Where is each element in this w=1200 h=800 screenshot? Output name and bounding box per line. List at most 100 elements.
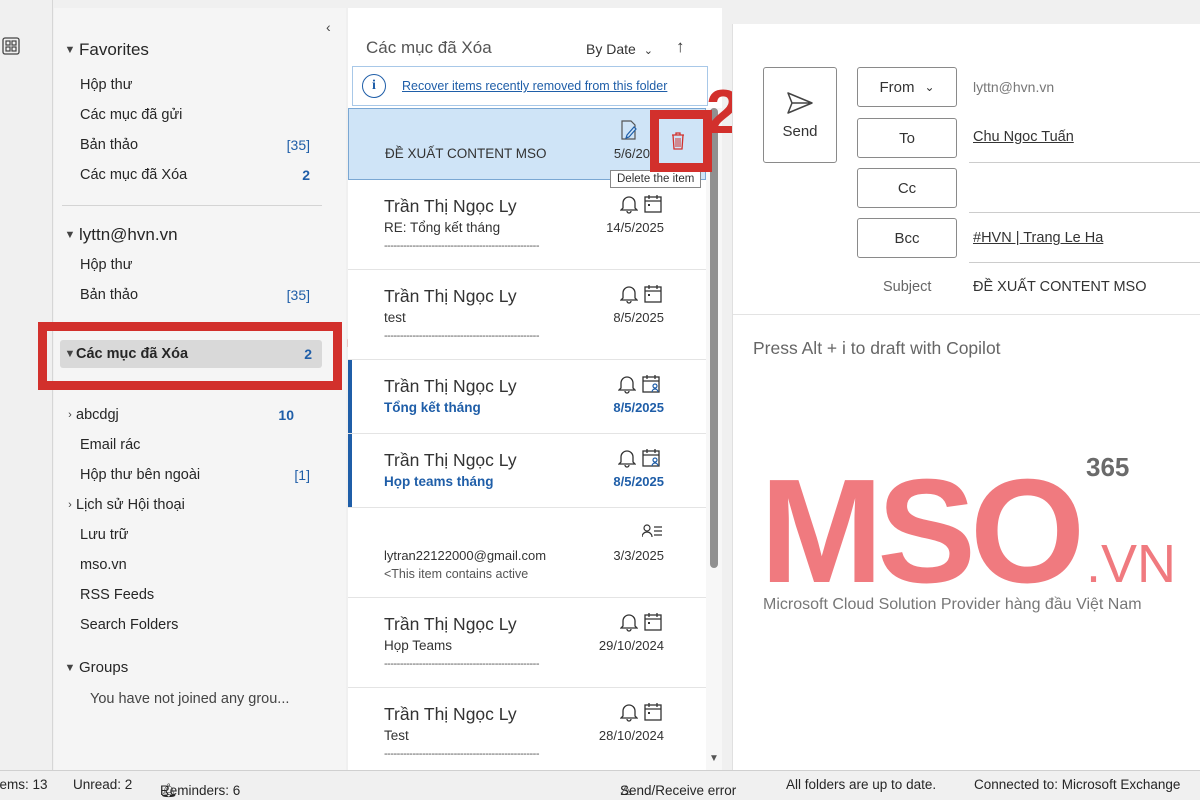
folder-label: Bản thảo <box>80 287 139 303</box>
bell-icon <box>620 196 638 214</box>
folder-label: Bản thảo <box>80 137 139 153</box>
subject-field[interactable]: ĐỀ XUẤT CONTENT MSO <box>973 279 1146 295</box>
message-preview: ----------------------------------------… <box>384 330 540 342</box>
favorite-drafts[interactable]: Bản thảo [35] <box>80 131 310 159</box>
folder-label: abcdgj <box>76 407 119 423</box>
folder-conversation-history[interactable]: › Lịch sử Hội thoại <box>64 491 294 519</box>
scroll-down-icon[interactable]: ▼ <box>709 753 719 764</box>
message-item[interactable]: lytran22122000@gmail.com <This item cont… <box>348 508 706 598</box>
message-date: 8/5/2025 <box>613 400 664 415</box>
delete-tooltip: Delete the item <box>610 170 702 188</box>
folder-count: 2 <box>302 167 310 183</box>
to-recipient[interactable]: Chu Ngoc Tuấn <box>973 129 1074 145</box>
groups-header[interactable]: ▼ Groups <box>64 659 129 676</box>
message-sender: Trần Thị Ngọc Ly <box>384 450 517 470</box>
folder-label: Các mục đã Xóa <box>80 167 188 183</box>
bcc-recipient[interactable]: #HVN | Trang Le Ha <box>973 230 1103 246</box>
header-separator <box>733 314 1200 315</box>
list-scrollbar[interactable]: ▼ <box>706 108 722 770</box>
folder-abcdgj[interactable]: › abcdgj 10 <box>64 401 294 429</box>
status-reminders-label: Reminders: 6 <box>160 783 241 798</box>
folder-outbox[interactable]: Hộp thư bên ngoài [1] <box>80 461 310 489</box>
message-item[interactable]: Trần Thị Ngọc Ly RE: Tổng kết tháng ----… <box>348 180 706 270</box>
from-button[interactable]: From ⌄ <box>857 67 957 107</box>
message-preview: <This item contains active <box>384 567 529 581</box>
field-underline <box>969 162 1200 163</box>
favorite-sent-items[interactable]: Các mục đã gửi <box>80 101 310 129</box>
sort-label: By Date <box>586 41 636 57</box>
folder-label: Các mục đã gửi <box>80 107 183 123</box>
status-unread: Unread: 2 <box>73 777 133 792</box>
logo-brand: MSO <box>760 450 1079 614</box>
chevron-down-icon: ▼ <box>64 44 76 56</box>
collapse-pane-icon[interactable]: ‹ <box>326 19 331 35</box>
bell-icon <box>618 376 636 394</box>
folder-inbox[interactable]: Hộp thư <box>80 251 310 279</box>
favorites-header[interactable]: ▼ Favorites <box>64 40 149 60</box>
chevron-down-icon: ⌄ <box>643 45 653 57</box>
message-date: 14/5/2025 <box>606 220 664 235</box>
message-item[interactable]: Trần Thị Ngọc Ly Tổng kết tháng 8/5/2025 <box>348 360 706 434</box>
to-label: To <box>899 129 915 147</box>
favorite-inbox[interactable]: Hộp thư <box>80 71 310 99</box>
compose-pane: Send From ⌄ lyttn@hvn.vn To Chu Ngoc Tuấ… <box>732 24 1200 770</box>
message-subject: Test <box>384 728 409 743</box>
chevron-right-icon: › <box>68 499 72 511</box>
meeting-calendar-icon <box>642 449 660 467</box>
bell-icon <box>618 450 636 468</box>
field-underline <box>969 212 1200 213</box>
account-header[interactable]: ▼ lyttn@hvn.vn <box>64 225 178 245</box>
message-date: 28/10/2024 <box>598 728 664 743</box>
message-item[interactable]: Trần Thị Ngọc Ly test ------------------… <box>348 270 706 360</box>
account-header-label: lyttn@hvn.vn <box>79 225 178 244</box>
from-label: From <box>879 78 915 96</box>
status-error-label: Send/Receive error <box>620 783 737 798</box>
folder-count: [1] <box>294 467 310 483</box>
calendar-icon <box>644 703 662 721</box>
sort-direction-icon[interactable]: ↑ <box>676 37 685 57</box>
logo-superscript: 365 <box>1086 452 1129 482</box>
calendar-icon <box>644 195 662 213</box>
bcc-label: Bcc <box>894 229 920 247</box>
from-value: lyttn@hvn.vn <box>973 79 1055 95</box>
message-preview: ----------------------------------------… <box>384 658 540 670</box>
message-date: 8/5/2025 <box>613 474 664 489</box>
message-subject: test <box>384 310 406 325</box>
scrollbar-thumb[interactable] <box>710 108 718 568</box>
apps-grid-icon[interactable] <box>2 37 20 55</box>
recover-items-link[interactable]: Recover items recently removed from this… <box>402 79 667 93</box>
sort-dropdown[interactable]: By Date ⌄ <box>586 41 653 57</box>
chevron-down-icon: ▼ <box>64 229 76 241</box>
folder-mso[interactable]: mso.vn <box>80 551 310 579</box>
bell-icon <box>620 704 638 722</box>
favorite-deleted-items[interactable]: Các mục đã Xóa 2 <box>80 161 310 189</box>
recover-info-bar: i Recover items recently removed from th… <box>352 66 708 106</box>
to-button[interactable]: To <box>857 118 957 158</box>
contact-list-icon <box>642 524 662 538</box>
logo-tagline: Microsoft Cloud Solution Provider hàng đ… <box>763 596 1142 613</box>
folder-count: [35] <box>286 287 310 303</box>
message-sender: Trần Thị Ngọc Ly <box>384 196 517 216</box>
copilot-hint[interactable]: Press Alt + i to draft with Copilot <box>753 338 1001 359</box>
folder-count: [35] <box>286 137 310 153</box>
folder-rss[interactable]: RSS Feeds <box>80 581 310 609</box>
message-date: 3/3/2025 <box>613 548 664 563</box>
message-item[interactable]: Trần Thị Ngọc Ly Họp Teams -------------… <box>348 598 706 688</box>
draft-edit-icon <box>621 120 637 140</box>
folder-search[interactable]: Search Folders <box>80 611 310 639</box>
folder-archive[interactable]: Lưu trữ <box>80 521 310 549</box>
message-sender-email: lytran22122000@gmail.com <box>384 548 547 563</box>
folder-drafts[interactable]: Bản thảo [35] <box>80 281 310 309</box>
message-subject: ĐỀ XUẤT CONTENT MSO <box>385 146 547 161</box>
mso-logo: 365 MSO .VN <box>760 450 1176 614</box>
send-button[interactable]: Send <box>763 67 837 163</box>
bcc-button[interactable]: Bcc <box>857 218 957 258</box>
message-subject: Họp Teams <box>384 638 453 653</box>
message-subject: Họp teams tháng <box>384 474 494 489</box>
cc-button[interactable]: Cc <box>857 168 957 208</box>
folder-label: Email rác <box>80 437 141 453</box>
message-item[interactable]: Trần Thị Ngọc Ly Test ------------------… <box>348 688 706 770</box>
folder-junk[interactable]: Email rác <box>80 431 310 459</box>
annotation-box-1 <box>38 322 342 390</box>
message-item[interactable]: Trần Thị Ngọc Ly Họp teams tháng 8/5/202… <box>348 434 706 508</box>
